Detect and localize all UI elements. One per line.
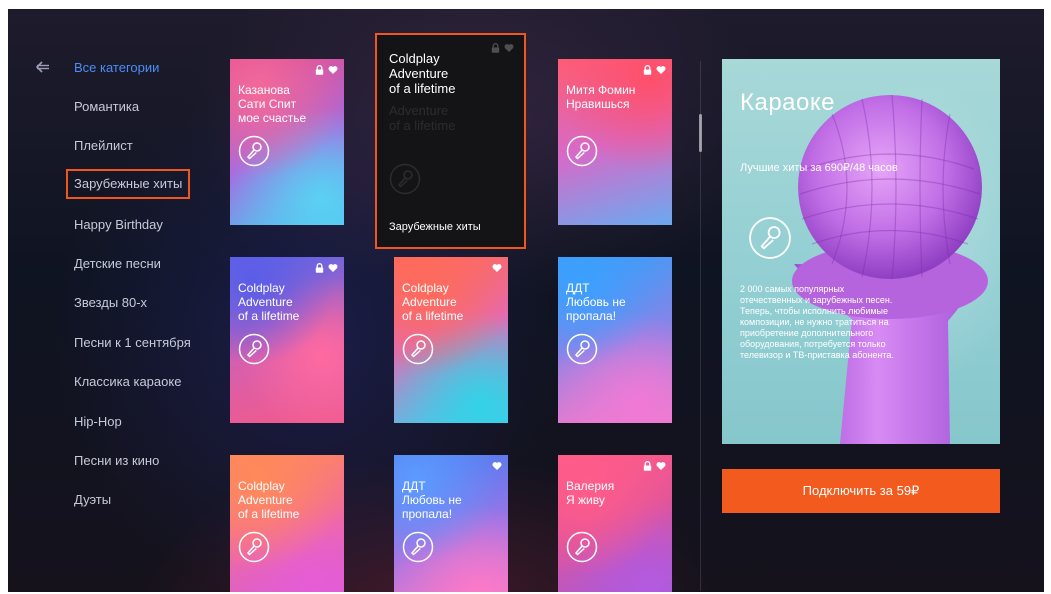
- song-title-line: of a lifetime: [389, 81, 456, 96]
- heart-icon[interactable]: [656, 461, 666, 471]
- microphone-icon: [238, 333, 270, 365]
- microphone-icon: [566, 135, 598, 167]
- card-category-caption: Зарубежные хиты: [389, 221, 481, 233]
- microphone-icon: [566, 531, 598, 563]
- lock-icon: [315, 65, 324, 75]
- song-title-line: Казанова: [238, 83, 290, 97]
- microphone-icon: [402, 531, 434, 563]
- grid-scrollbar[interactable]: [699, 114, 702, 152]
- promo-title: Караоке: [740, 89, 835, 116]
- promo-description-line: оборудования, потребуется только: [740, 339, 886, 349]
- song-title-line: пропала!: [566, 309, 617, 323]
- sidebar-item-karaoke-classics[interactable]: Классика караоке: [74, 371, 181, 393]
- heart-icon[interactable]: [328, 65, 338, 75]
- song-title-line: Adventure: [238, 493, 293, 507]
- sidebar-item-stars-80s[interactable]: Звезды 80-х: [74, 292, 147, 314]
- microphone-icon: [402, 333, 434, 365]
- song-title-line: Сати Спит: [238, 97, 297, 111]
- heart-icon[interactable]: [656, 65, 666, 75]
- promo-description-line: отечественных и зарубежных песен.: [740, 295, 893, 305]
- song-card[interactable]: Митя Фомин Нравишься: [558, 59, 672, 225]
- sidebar-item-hip-hop[interactable]: Hip-Hop: [74, 411, 122, 433]
- song-title-line: Любовь не: [566, 295, 626, 309]
- heart-icon[interactable]: [328, 263, 338, 273]
- song-title-line: Я живу: [566, 493, 605, 507]
- heart-icon[interactable]: [492, 461, 502, 471]
- sidebar-item-movie-songs[interactable]: Песни из кино: [74, 450, 159, 472]
- song-title-line: Любовь не: [402, 493, 462, 507]
- sidebar-item-all-categories[interactable]: Все категории: [74, 57, 159, 79]
- song-title-line: ДДТ: [402, 479, 426, 493]
- heart-icon[interactable]: [504, 43, 514, 53]
- song-card[interactable]: Coldplay Adventure of a lifetime: [394, 257, 508, 423]
- song-card-focused[interactable]: Coldplay Adventure of a lifetime Adventu…: [375, 33, 526, 249]
- song-title-line: of a lifetime: [238, 309, 300, 323]
- sidebar-item-romance[interactable]: Романтика: [74, 96, 139, 118]
- karaoke-screen: Все категории Романтика Плейлист Зарубеж…: [8, 9, 1044, 592]
- sidebar-item-foreign-hits[interactable]: Зарубежные хиты: [65, 169, 191, 199]
- arrow-left-icon[interactable]: [36, 61, 50, 73]
- lock-icon: [643, 65, 652, 75]
- microphone-icon: [566, 333, 598, 365]
- song-title-line: Adventure: [389, 66, 449, 81]
- song-title-line: ДДТ: [566, 281, 590, 295]
- song-title-line: Митя Фомин: [566, 83, 636, 97]
- song-title-line: пропала!: [402, 507, 453, 521]
- lock-icon: [643, 461, 652, 471]
- song-title-line: Coldplay: [238, 281, 285, 295]
- song-title-line: Coldplay: [238, 479, 285, 493]
- lock-icon: [491, 43, 500, 53]
- sidebar-item-kids-songs[interactable]: Детские песни: [74, 253, 161, 275]
- song-title-line: Adventure: [238, 295, 293, 309]
- sidebar-item-duets[interactable]: Дуэты: [74, 489, 111, 511]
- song-card[interactable]: ДДТ Любовь не пропала!: [394, 455, 508, 592]
- song-card[interactable]: Валерия Я живу: [558, 455, 672, 592]
- promo-description-line: Теперь, чтобы исполнить любимые: [740, 306, 889, 316]
- promo-description-line: 2 000 самых популярных: [740, 284, 845, 294]
- song-title-line: Adventure: [402, 295, 457, 309]
- song-title-line: of a lifetime: [402, 309, 464, 323]
- song-card[interactable]: Coldplay Adventure of a lifetime: [230, 455, 344, 592]
- microphone-icon: [238, 135, 270, 167]
- song-card[interactable]: Казанова Сати Спит мое счастье: [230, 59, 344, 225]
- song-title-ghost: Adventure of a lifetime: [389, 103, 456, 133]
- song-title-line: Валерия: [566, 479, 615, 493]
- microphone-icon: [238, 531, 270, 563]
- heart-icon[interactable]: [492, 263, 502, 273]
- song-card[interactable]: Coldplay Adventure of a lifetime: [230, 257, 344, 423]
- microphone-icon: [749, 217, 791, 259]
- song-title-line: Coldplay: [389, 51, 440, 66]
- promo-subtitle: Лучшие хиты за 690₽/48 часов: [740, 162, 898, 174]
- sidebar-item-happy-birthday[interactable]: Happy Birthday: [74, 214, 163, 236]
- promo-description: 2 000 самых популярных отечественных и з…: [740, 284, 976, 361]
- microphone-icon: [389, 163, 421, 195]
- lock-icon: [315, 263, 324, 273]
- promo-description-line: композиции, не нужно тратиться на: [740, 317, 889, 327]
- song-card[interactable]: ДДТ Любовь не пропала!: [558, 257, 672, 423]
- song-title-line: мое счастье: [238, 111, 307, 125]
- subscribe-button[interactable]: Подключить за 59₽: [722, 469, 1000, 513]
- promo-description-line: телевизор и ТВ-приставка абонента.: [740, 350, 894, 360]
- sidebar-item-september-1[interactable]: Песни к 1 сентября: [74, 332, 191, 354]
- song-title-line: Coldplay: [402, 281, 449, 295]
- karaoke-promo-panel: Караоке Лучшие хиты за 690₽/48 часов 2 0…: [722, 59, 1000, 444]
- song-title-line: Нравишься: [566, 97, 630, 111]
- song-title-line: of a lifetime: [238, 507, 300, 521]
- promo-description-line: приобретение дополнительного: [740, 328, 874, 338]
- sidebar-item-playlist[interactable]: Плейлист: [74, 135, 133, 157]
